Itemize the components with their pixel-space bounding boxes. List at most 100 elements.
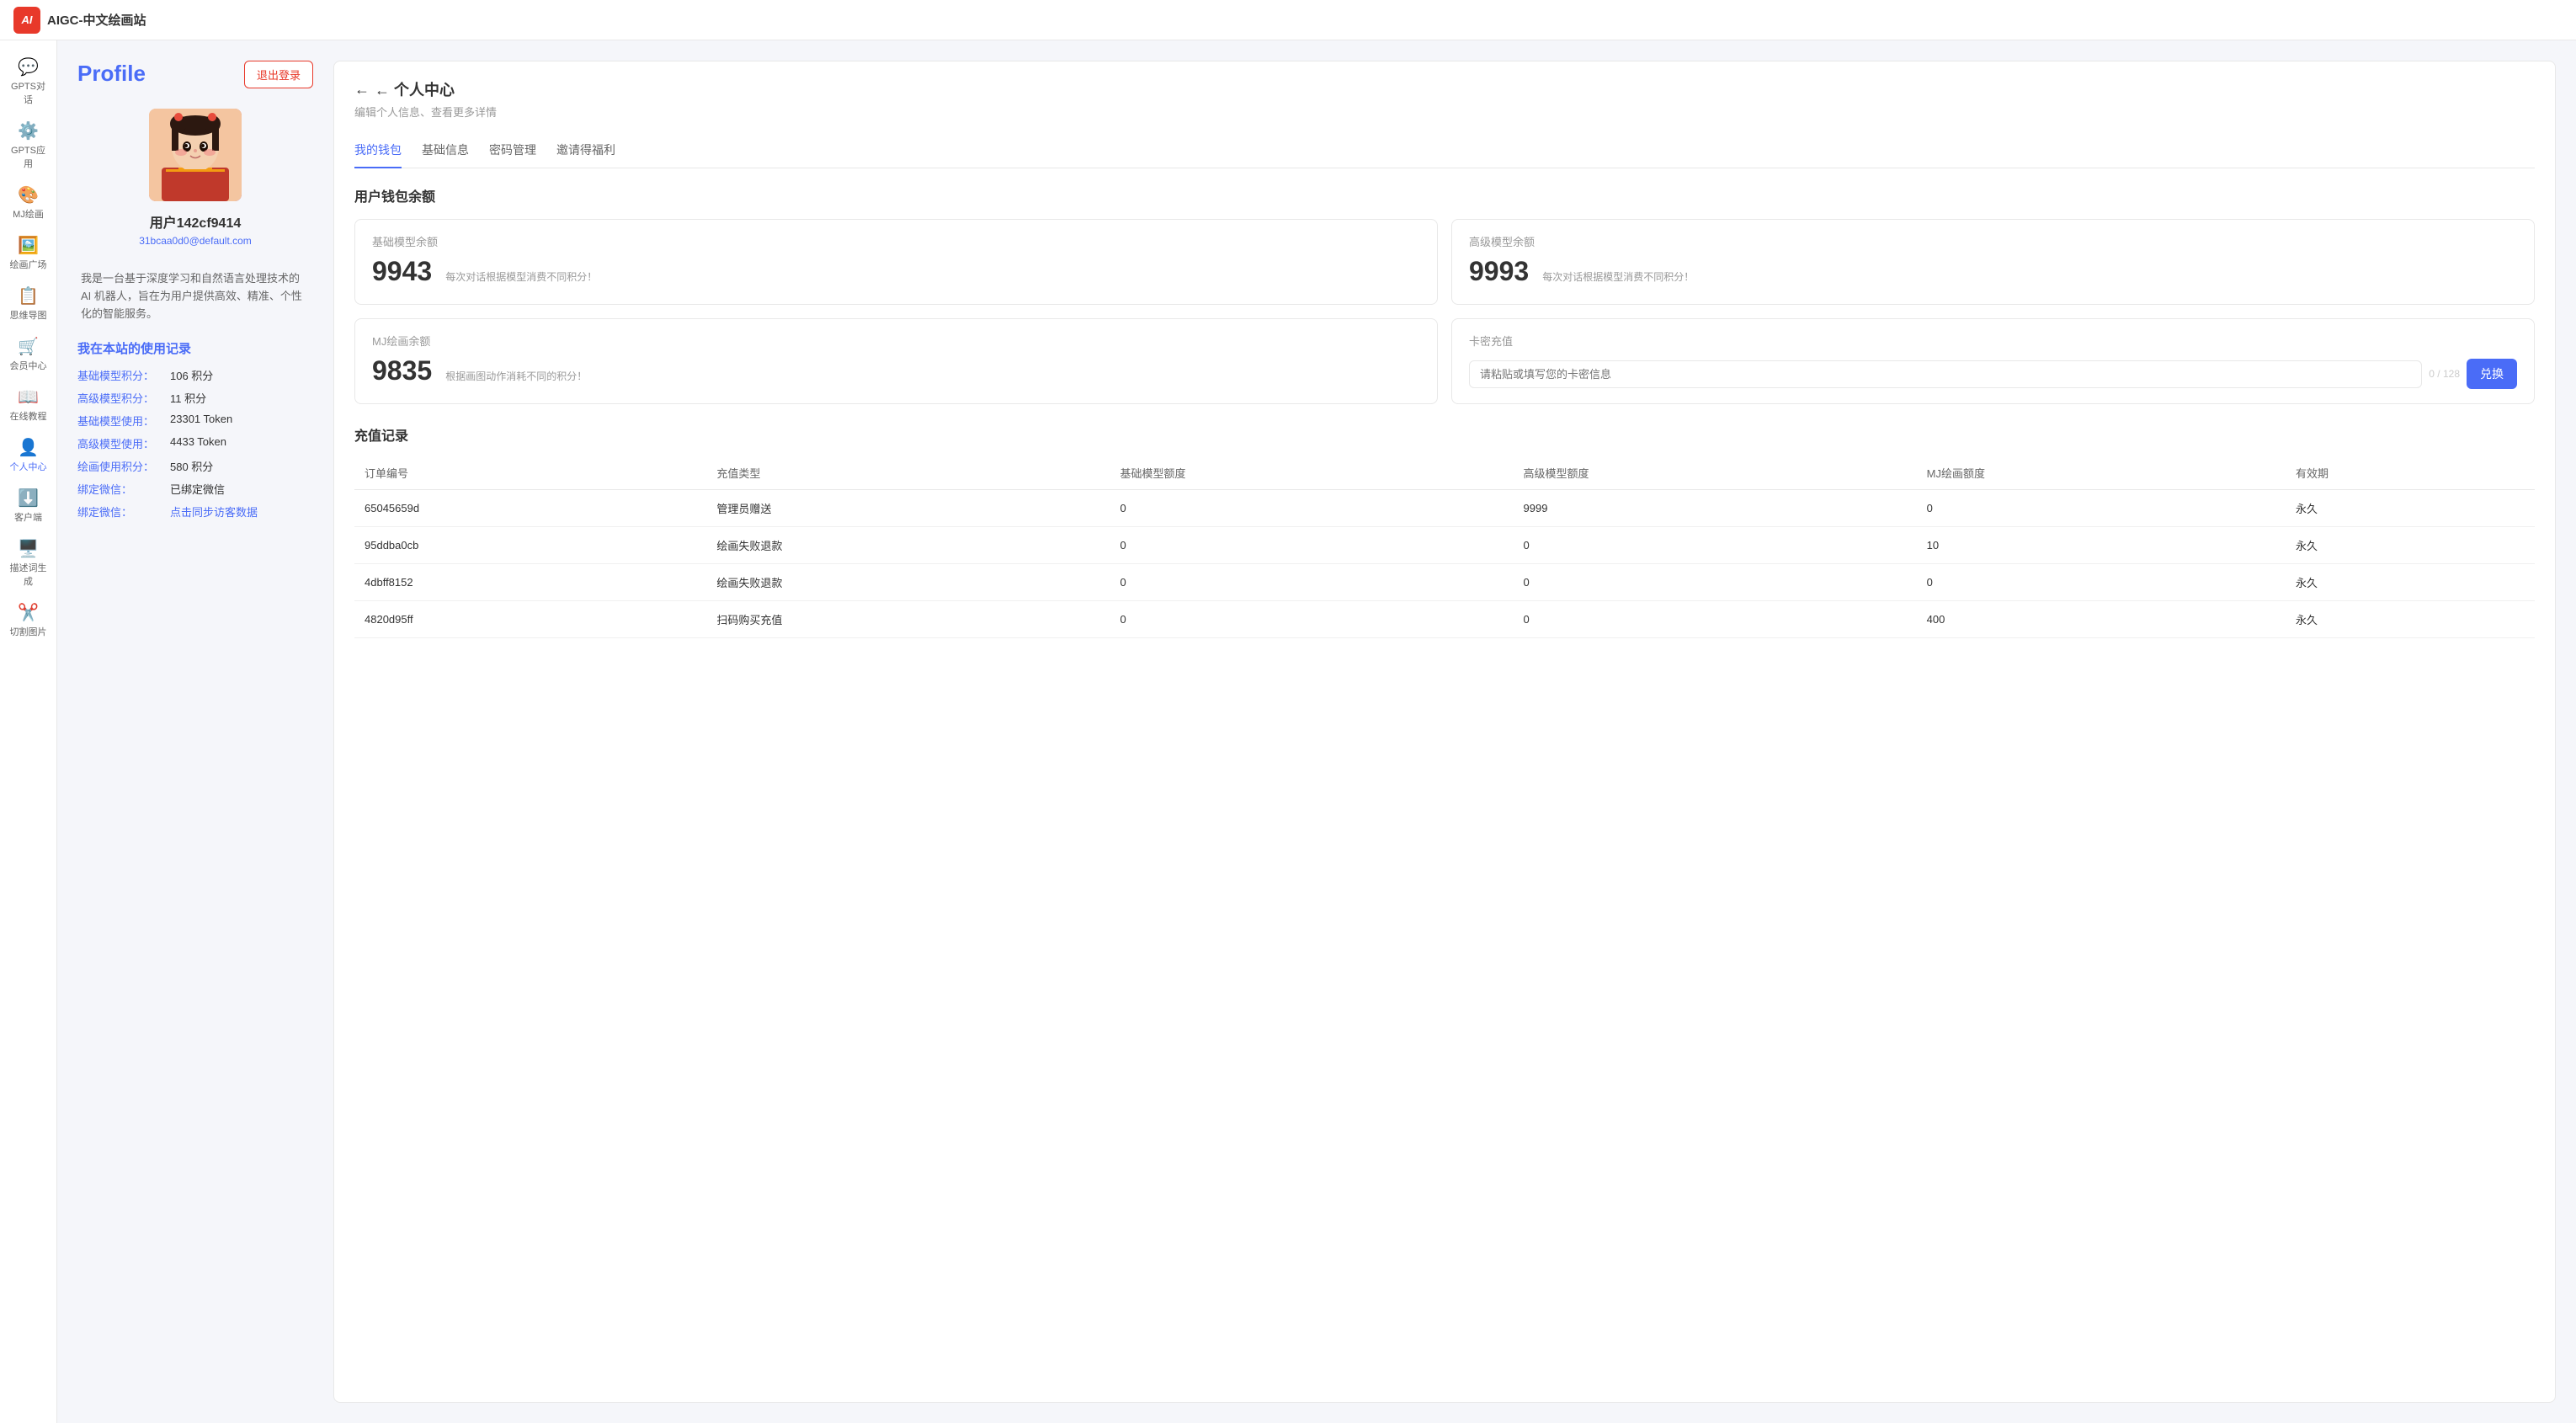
redeem-title: 卡密充值 xyxy=(1469,333,2517,349)
tab-basic-info[interactable]: 基础信息 xyxy=(422,133,469,168)
back-label[interactable]: ← 个人中心 xyxy=(375,78,455,100)
usage-label: 绘画使用积分： xyxy=(77,458,170,474)
person-icon: 👤 xyxy=(18,440,39,456)
sidebar-item-gpts-chat[interactable]: 💬 GPTS对话 xyxy=(3,51,54,115)
redeem-input[interactable] xyxy=(1469,360,2422,388)
sidebar: 💬 GPTS对话 ⚙️ GPTS应用 🎨 MJ绘画 🖼️ 绘画广场 📋 思维导图… xyxy=(0,40,57,1423)
mindmap-icon: 📋 xyxy=(18,288,39,305)
gallery-icon: 🖼️ xyxy=(18,237,39,254)
member-icon: 🛒 xyxy=(18,338,39,355)
sidebar-item-prompt-gen[interactable]: 🖥️ 描述词生成 xyxy=(3,532,54,596)
wallet-cards: 基础模型余额 9943 每次对话根据模型消费不同积分！ 高级模型余额 9993 … xyxy=(354,219,2535,404)
cell-advanced: 9999 xyxy=(1514,490,1917,527)
basic-model-desc: 每次对话根据模型消费不同积分！ xyxy=(445,269,597,284)
sidebar-item-mj-draw[interactable]: 🎨 MJ绘画 xyxy=(3,179,54,229)
usage-value: 580 积分 xyxy=(170,458,213,474)
cell-order: 65045659d xyxy=(354,490,706,527)
avatar-section: 用户142cf9414 31bcaa0d0@default.com xyxy=(77,109,313,257)
cell-validity: 永久 xyxy=(2286,527,2535,564)
sidebar-item-mindmap[interactable]: 📋 思维导图 xyxy=(3,280,54,330)
mj-draw-row: 9835 根据画图动作消耗不同的积分！ xyxy=(372,355,1420,386)
sidebar-label: GPTS对话 xyxy=(10,79,47,106)
cell-basic: 0 xyxy=(1110,601,1513,638)
sidebar-label: 会员中心 xyxy=(10,359,47,372)
redeem-card: 卡密充值 0 / 128 兑换 xyxy=(1451,318,2535,404)
book-icon: 📖 xyxy=(18,389,39,406)
wallet-title: 用户钱包余额 xyxy=(354,185,2535,205)
cell-type: 扫码购买充值 xyxy=(706,601,1110,638)
download-icon: ⬇️ xyxy=(18,490,39,507)
cell-mj: 400 xyxy=(1917,601,2286,638)
usage-label: 高级模型积分： xyxy=(77,390,170,406)
table-header-row: 订单编号 充值类型 基础模型额度 高级模型额度 MJ绘画额度 有效期 xyxy=(354,458,2535,490)
usage-value-link[interactable]: 点击同步访客数据 xyxy=(170,504,258,520)
table-row: 4dbff8152 绘画失败退款 0 0 0 永久 xyxy=(354,564,2535,601)
usage-label: 基础模型使用： xyxy=(77,413,170,429)
redeem-counter: 0 / 128 xyxy=(2429,368,2460,380)
cell-basic: 0 xyxy=(1110,490,1513,527)
panel-subtitle: 编辑个人信息、查看更多详情 xyxy=(354,104,2535,120)
cell-type: 绘画失败退款 xyxy=(706,527,1110,564)
profile-area: Profile 退出登录 xyxy=(77,61,2556,1403)
records-title: 充值记录 xyxy=(354,424,2535,445)
usage-section: 我在本站的使用记录 基础模型积分： 106 积分 高级模型积分： 11 积分 基… xyxy=(77,339,313,520)
cell-advanced: 0 xyxy=(1514,564,1917,601)
sidebar-item-cut-image[interactable]: ✂️ 切割图片 xyxy=(3,596,54,647)
cell-validity: 永久 xyxy=(2286,601,2535,638)
redeem-button[interactable]: 兑换 xyxy=(2467,359,2517,389)
redeem-row: 0 / 128 兑换 xyxy=(1469,359,2517,389)
sidebar-item-gallery[interactable]: 🖼️ 绘画广场 xyxy=(3,229,54,280)
usage-row: 基础模型积分： 106 积分 xyxy=(77,367,313,383)
sidebar-item-member[interactable]: 🛒 会员中心 xyxy=(3,330,54,381)
col-basic: 基础模型额度 xyxy=(1110,458,1513,490)
scissors-icon: ✂️ xyxy=(18,605,39,621)
usage-row: 高级模型积分： 11 积分 xyxy=(77,390,313,406)
usage-value: 106 积分 xyxy=(170,367,213,383)
logout-button[interactable]: 退出登录 xyxy=(244,61,313,88)
sidebar-item-client[interactable]: ⬇️ 客户端 xyxy=(3,482,54,532)
username: 用户142cf9414 xyxy=(150,211,242,232)
cell-validity: 永久 xyxy=(2286,564,2535,601)
app-logo: AI AIGC-中文绘画站 xyxy=(13,7,146,34)
usage-value: 23301 Token xyxy=(170,413,232,429)
records-table: 订单编号 充值类型 基础模型额度 高级模型额度 MJ绘画额度 有效期 65045… xyxy=(354,458,2535,638)
cell-advanced: 0 xyxy=(1514,601,1917,638)
sidebar-label: 描述词生成 xyxy=(10,561,47,588)
basic-model-title: 基础模型余额 xyxy=(372,233,1420,249)
tab-password[interactable]: 密码管理 xyxy=(489,133,536,168)
sidebar-label: 客户端 xyxy=(14,510,42,524)
advanced-model-title: 高级模型余额 xyxy=(1469,233,2517,249)
sidebar-label: 绘画广场 xyxy=(10,258,47,271)
panel-header: ← ← 个人中心 编辑个人信息、查看更多详情 xyxy=(354,78,2535,120)
left-panel-header: Profile 退出登录 xyxy=(77,61,313,88)
table-row: 65045659d 管理员赠送 0 9999 0 永久 xyxy=(354,490,2535,527)
back-icon: ← xyxy=(354,81,370,99)
main-content: Profile 退出登录 xyxy=(57,40,2576,1423)
sidebar-item-gpts-apps[interactable]: ⚙️ GPTS应用 xyxy=(3,115,54,179)
sidebar-item-personal[interactable]: 👤 个人中心 xyxy=(3,431,54,482)
sidebar-item-tutorials[interactable]: 📖 在线教程 xyxy=(3,381,54,431)
advanced-model-amount: 9993 xyxy=(1469,256,1529,287)
sidebar-label: 切割图片 xyxy=(10,625,47,638)
sidebar-label: GPTS应用 xyxy=(10,143,47,170)
basic-model-card: 基础模型余额 9943 每次对话根据模型消费不同积分！ xyxy=(354,219,1438,305)
cell-mj: 0 xyxy=(1917,490,2286,527)
usage-row: 高级模型使用： 4433 Token xyxy=(77,435,313,451)
mj-draw-card: MJ绘画余额 9835 根据画图动作消耗不同的积分！ xyxy=(354,318,1438,404)
usage-label: 基础模型积分： xyxy=(77,367,170,383)
tab-wallet[interactable]: 我的钱包 xyxy=(354,133,402,168)
apps-icon: ⚙️ xyxy=(18,123,39,140)
col-advanced: 高级模型额度 xyxy=(1514,458,1917,490)
tab-invite[interactable]: 邀请得福利 xyxy=(556,133,615,168)
usage-value: 4433 Token xyxy=(170,435,226,451)
col-mj: MJ绘画额度 xyxy=(1917,458,2286,490)
right-panel: ← ← 个人中心 编辑个人信息、查看更多详情 我的钱包 基础信息 密码管理 邀请… xyxy=(333,61,2556,1403)
cell-advanced: 0 xyxy=(1514,527,1917,564)
cell-validity: 永久 xyxy=(2286,490,2535,527)
mj-draw-desc: 根据画图动作消耗不同的积分！ xyxy=(445,369,587,383)
avatar xyxy=(149,109,242,201)
logo-icon: AI xyxy=(13,7,40,34)
usage-label: 绑定微信： xyxy=(77,481,170,497)
table-row: 95ddba0cb 绘画失败退款 0 0 10 永久 xyxy=(354,527,2535,564)
sidebar-label: 思维导图 xyxy=(10,308,47,322)
